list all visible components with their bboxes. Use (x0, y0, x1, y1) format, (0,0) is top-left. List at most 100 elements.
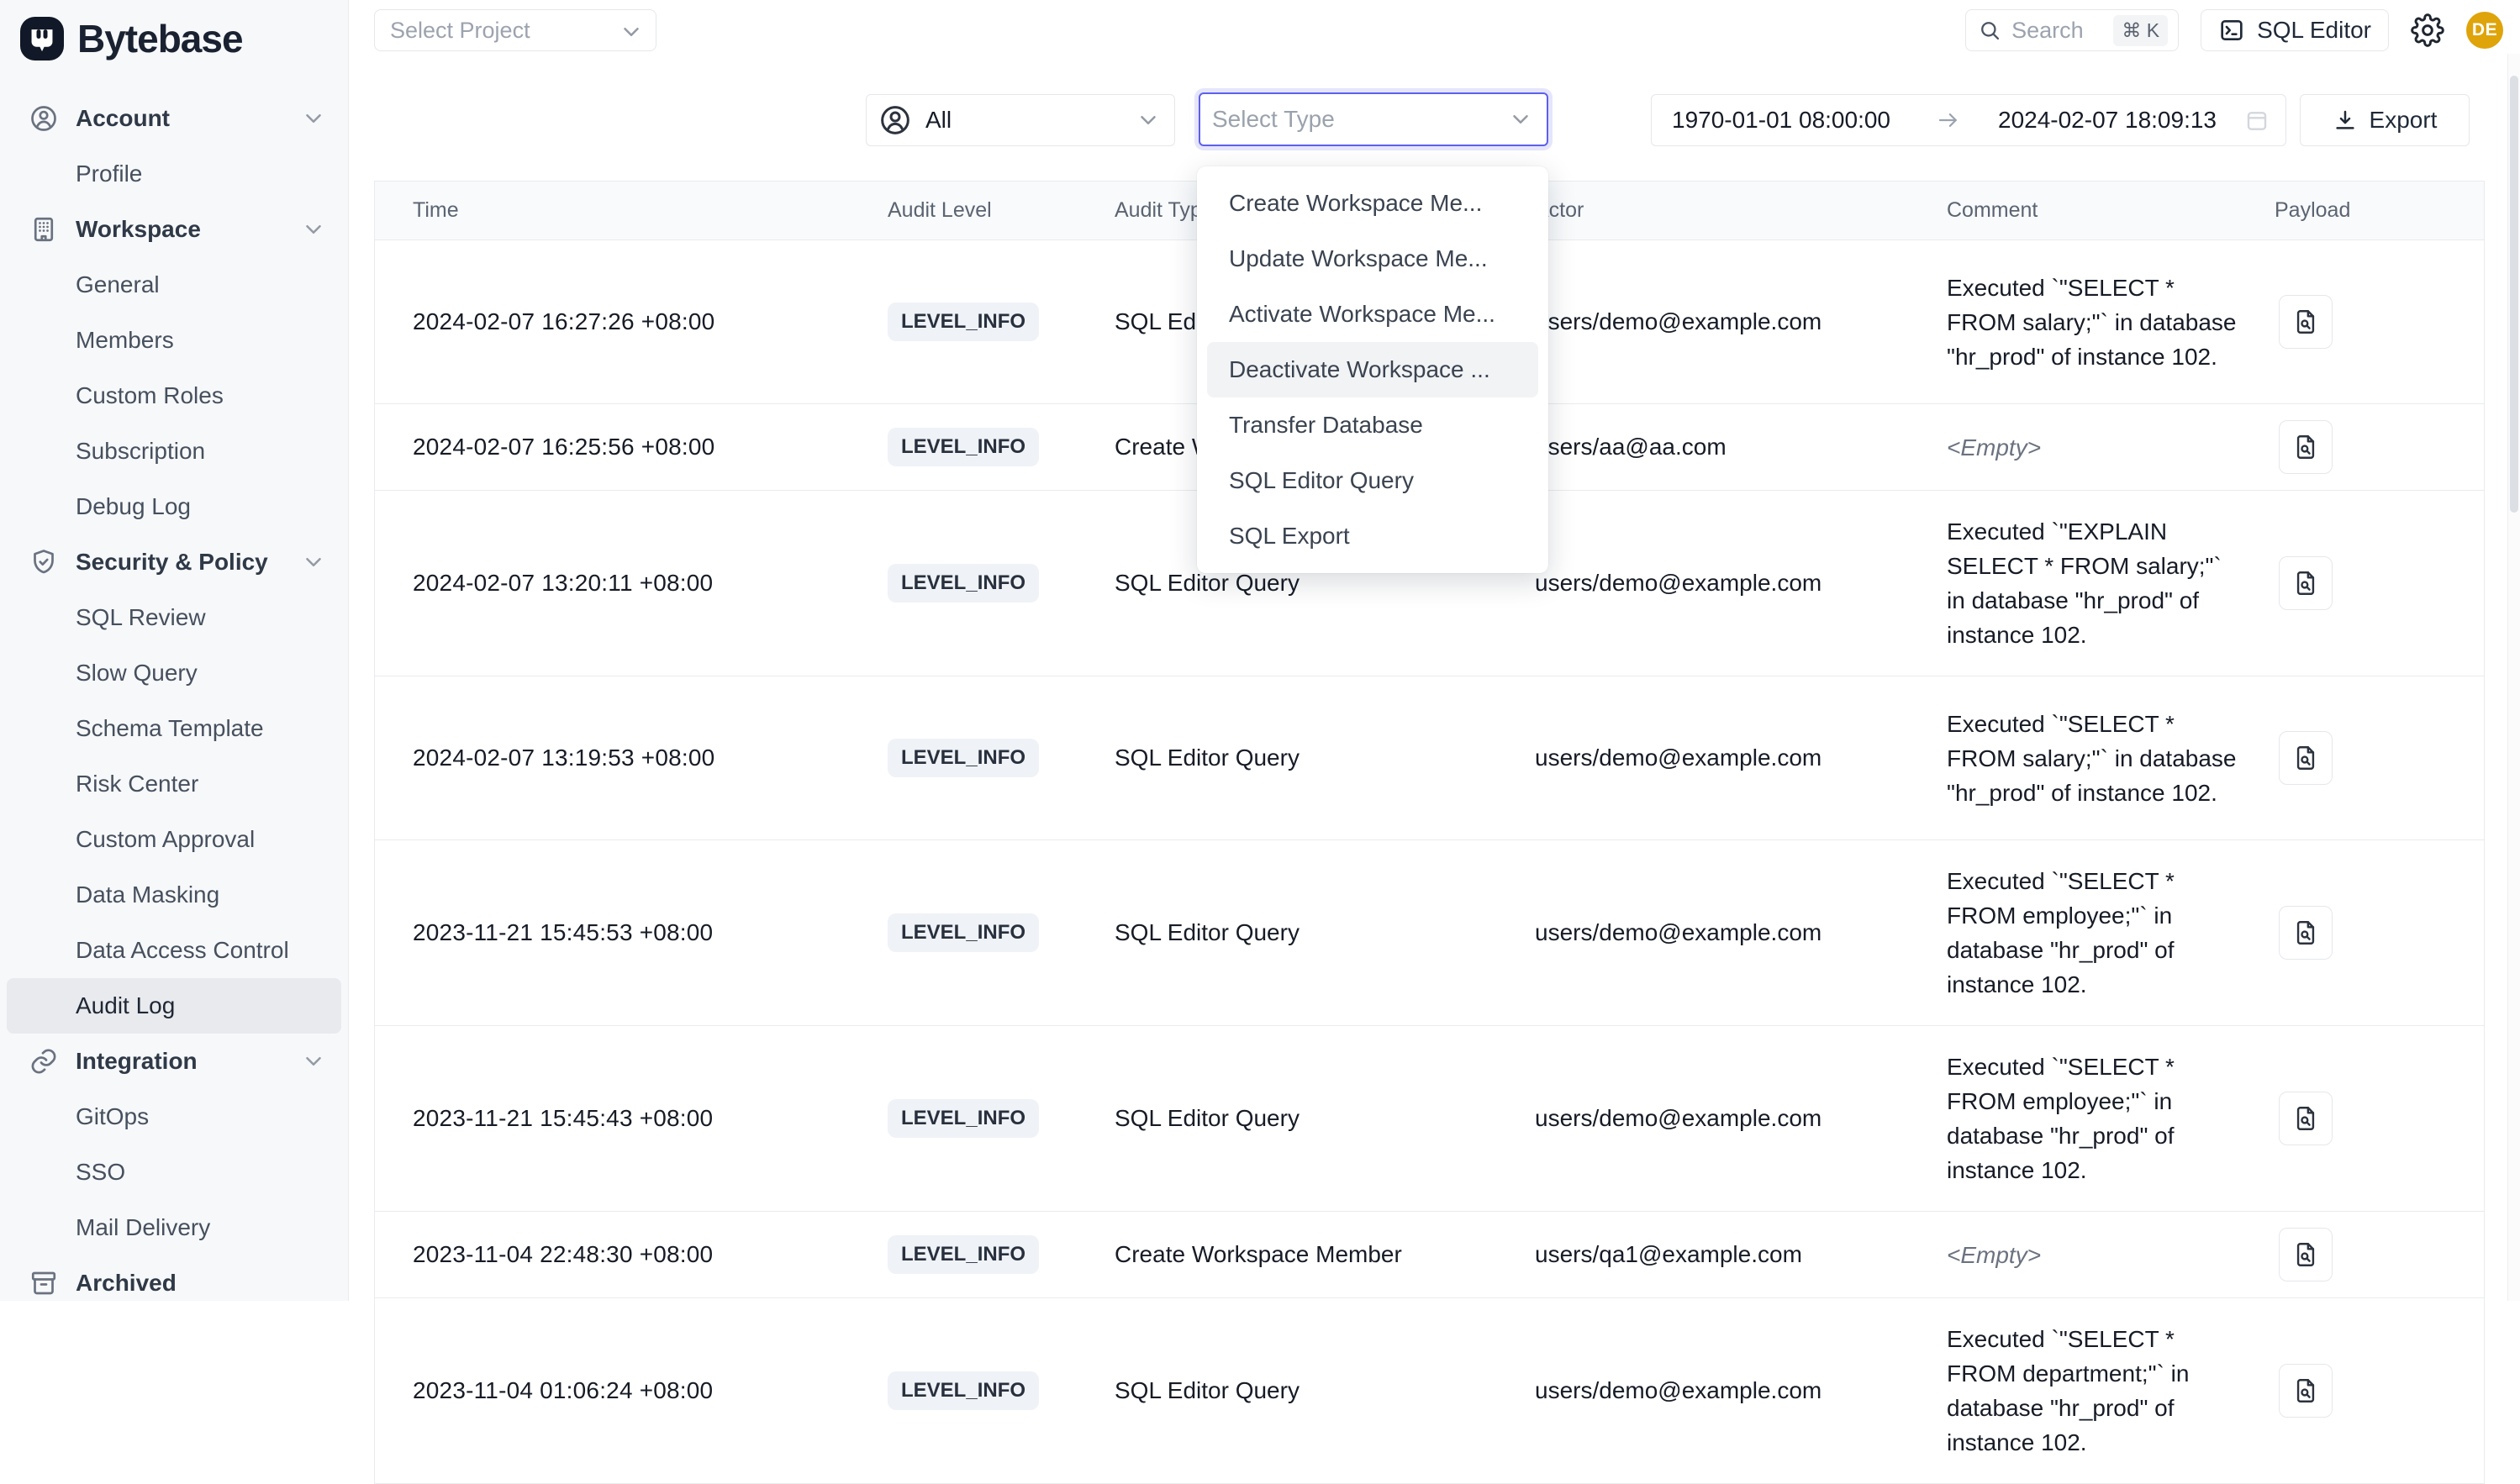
sidebar-item-subscription[interactable]: Subscription (7, 424, 341, 479)
cell-actor: users/qa1@example.com (1514, 1212, 1926, 1297)
audit-level-badge: LEVEL_INFO (888, 1371, 1039, 1410)
sidebar-item-label: Slow Query (76, 660, 198, 687)
sidebar-item-custom-roles[interactable]: Custom Roles (7, 368, 341, 424)
dropdown-item-sql-editor-query[interactable]: SQL Editor Query (1207, 453, 1538, 508)
sidebar-item-data-access-control[interactable]: Data Access Control (7, 923, 341, 978)
sidebar-item-audit-log[interactable]: Audit Log (7, 978, 341, 1034)
dropdown-item-transfer-database[interactable]: Transfer Database (1207, 397, 1538, 453)
sidebar-section-security-policy[interactable]: Security & Policy (7, 534, 341, 590)
column-header-audit-level: Audit Level (867, 182, 1094, 239)
sidebar: Bytebase Account Profile Workspace Gener… (0, 0, 349, 1301)
view-payload-button[interactable] (2279, 1228, 2333, 1281)
sidebar-item-debug-log[interactable]: Debug Log (7, 479, 341, 534)
sidebar-item-profile[interactable]: Profile (7, 146, 341, 202)
view-payload-button[interactable] (2279, 1364, 2333, 1418)
view-payload-button[interactable] (2279, 556, 2333, 610)
dropdown-item-create-workspace-me[interactable]: Create Workspace Me... (1207, 176, 1538, 231)
type-filter-select[interactable]: Select Type (1199, 92, 1548, 146)
gear-icon[interactable] (2411, 13, 2444, 47)
scrollbar[interactable] (2507, 54, 2520, 1301)
cell-audit-type: SQL Editor Query (1094, 1026, 1514, 1211)
sidebar-section-integration[interactable]: Integration (7, 1034, 341, 1089)
column-header-actor: Actor (1514, 182, 1926, 239)
sidebar-section-workspace[interactable]: Workspace (7, 202, 341, 257)
sidebar-item-custom-approval[interactable]: Custom Approval (7, 812, 341, 867)
cell-audit-level: LEVEL_INFO (867, 1026, 1094, 1211)
date-range-picker[interactable]: 1970-01-01 08:00:00 2024-02-07 18:09:13 (1651, 94, 2286, 146)
dropdown-item-activate-workspace-me[interactable]: Activate Workspace Me... (1207, 287, 1538, 342)
actor-filter-value: All (925, 107, 1122, 134)
cell-comment: Executed `"SELECT * FROM salary;"` in da… (1926, 240, 2254, 403)
type-filter-dropdown: Create Workspace Me... Update Workspace … (1197, 166, 1548, 573)
file-search-icon (2291, 918, 2320, 947)
view-payload-button[interactable] (2279, 731, 2333, 785)
brand-logo[interactable]: Bytebase (0, 0, 348, 66)
sidebar-item-label: Schema Template (76, 715, 264, 742)
cell-audit-level: LEVEL_INFO (867, 1212, 1094, 1297)
cell-actor: users/aa@aa.com (1514, 404, 1926, 490)
cell-time: 2023-11-04 22:48:30 +08:00 (375, 1212, 867, 1297)
dropdown-item-update-workspace-me[interactable]: Update Workspace Me... (1207, 231, 1538, 287)
sidebar-item-sso[interactable]: SSO (7, 1145, 341, 1200)
building-icon (29, 214, 59, 245)
cell-time: 2024-02-07 16:25:56 +08:00 (375, 404, 867, 490)
cell-audit-level: LEVEL_INFO (867, 491, 1094, 676)
search-shortcut-badge: ⌘ K (2113, 15, 2168, 46)
table-row: 2023-11-21 15:45:53 +08:00 LEVEL_INFO SQ… (375, 840, 2484, 1026)
column-header-payload: Payload (2254, 182, 2484, 239)
project-select[interactable]: Select Project (374, 9, 656, 51)
search-input[interactable]: Search ⌘ K (1965, 9, 2179, 51)
chevron-down-icon (1136, 108, 1161, 133)
cell-audit-type: Create Workspace Member (1094, 1212, 1514, 1297)
sidebar-item-slow-query[interactable]: Slow Query (7, 645, 341, 701)
audit-level-badge: LEVEL_INFO (888, 564, 1039, 603)
sidebar-section-label: Archived (76, 1270, 177, 1297)
sidebar-section-account[interactable]: Account (7, 91, 341, 146)
sidebar-item-schema-template[interactable]: Schema Template (7, 701, 341, 756)
dropdown-item-deactivate-workspace[interactable]: Deactivate Workspace ... (1207, 342, 1538, 397)
sidebar-item-gitops[interactable]: GitOps (7, 1089, 341, 1145)
date-to: 2024-02-07 18:09:13 (1998, 107, 2217, 134)
sidebar-section-label: Account (76, 105, 170, 132)
avatar[interactable]: DE (2466, 12, 2503, 49)
view-payload-button[interactable] (2279, 295, 2333, 349)
cell-time: 2024-02-07 13:20:11 +08:00 (375, 491, 867, 676)
bytebase-logo-icon (20, 17, 64, 61)
sidebar-item-risk-center[interactable]: Risk Center (7, 756, 341, 812)
chevron-down-icon (301, 1049, 326, 1074)
topbar: Select Project Search ⌘ K SQL Editor (350, 0, 2520, 54)
sidebar-section-archived[interactable]: Archived (7, 1255, 341, 1311)
export-button[interactable]: Export (2300, 94, 2470, 146)
sidebar-item-label: General (76, 271, 160, 298)
actor-filter-select[interactable]: All (866, 94, 1175, 146)
sidebar-item-label: Debug Log (76, 493, 191, 520)
file-search-icon (2291, 433, 2320, 461)
sidebar-item-general[interactable]: General (7, 257, 341, 313)
dropdown-item-sql-export[interactable]: SQL Export (1207, 508, 1538, 564)
view-payload-button[interactable] (2279, 1092, 2333, 1145)
cell-payload (2254, 240, 2484, 403)
sidebar-item-sql-review[interactable]: SQL Review (7, 590, 341, 645)
sidebar-item-label: Audit Log (76, 992, 175, 1019)
topbar-right: Search ⌘ K SQL Editor DE (1965, 9, 2503, 51)
view-payload-button[interactable] (2279, 906, 2333, 960)
sidebar-section-label: Security & Policy (76, 549, 268, 576)
file-search-icon (2291, 308, 2320, 336)
chevron-down-icon (1508, 107, 1533, 132)
sidebar-item-members[interactable]: Members (7, 313, 341, 368)
table-row: 2024-02-07 13:19:53 +08:00 LEVEL_INFO SQ… (375, 676, 2484, 840)
type-filter-placeholder: Select Type (1212, 106, 1508, 133)
view-payload-button[interactable] (2279, 420, 2333, 474)
table-row: 2023-11-04 22:48:30 +08:00 LEVEL_INFO Cr… (375, 1212, 2484, 1298)
sql-editor-button[interactable]: SQL Editor (2201, 9, 2389, 51)
cell-actor: users/demo@example.com (1514, 491, 1926, 676)
cell-payload (2254, 1026, 2484, 1211)
sidebar-item-label: Data Access Control (76, 937, 289, 964)
sidebar-item-data-masking[interactable]: Data Masking (7, 867, 341, 923)
sidebar-item-mail-delivery[interactable]: Mail Delivery (7, 1200, 341, 1255)
cell-actor: users/demo@example.com (1514, 1026, 1926, 1211)
sidebar-nav: Account Profile Workspace General Member… (0, 66, 348, 1311)
shield-check-icon (29, 547, 59, 577)
sidebar-item-label: SQL Review (76, 604, 206, 631)
scrollbar-thumb[interactable] (2510, 76, 2518, 513)
